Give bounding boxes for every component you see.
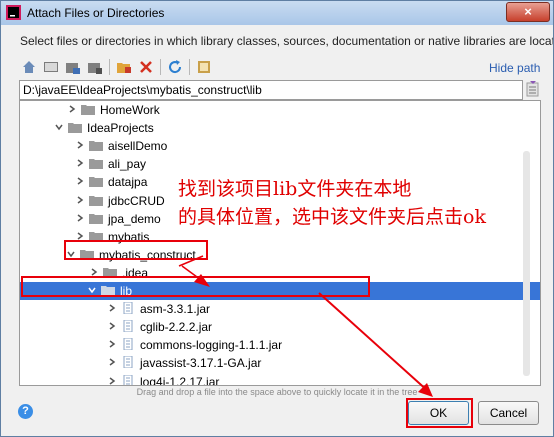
chevron-right-icon[interactable] — [108, 358, 116, 366]
tree-row[interactable]: HomeWork — [20, 101, 540, 119]
chevron-right-icon[interactable] — [108, 304, 116, 312]
tree-row[interactable]: asm-3.3.1.jar — [20, 300, 540, 318]
tree-row-label: jdbcCRUD — [108, 193, 165, 208]
path-input[interactable]: D:\javaEE\IdeaProjects\mybatis_construct… — [19, 80, 523, 100]
chevron-right-icon[interactable] — [108, 376, 116, 385]
tree-row[interactable]: javassist-3.17.1-GA.jar — [20, 354, 540, 372]
tree-row-label: log4j-1.2.17.jar — [140, 374, 220, 386]
chevron-right-icon[interactable] — [90, 268, 98, 276]
tree-row-label: IdeaProjects — [87, 121, 154, 136]
jar-file-icon — [123, 356, 133, 369]
toolbar-separator — [109, 59, 110, 75]
folder-icon — [89, 177, 103, 188]
home-icon[interactable] — [21, 59, 37, 75]
tree-row[interactable]: commons-logging-1.1.1.jar — [20, 336, 540, 354]
jar-file-icon — [123, 338, 133, 351]
folder-icon — [68, 123, 82, 134]
tree-row[interactable]: ali_pay — [20, 155, 540, 173]
chevron-right-icon[interactable] — [76, 141, 84, 149]
tree-row-label: cglib-2.2.2.jar — [140, 320, 213, 335]
annotation-line-1: 找到该项目lib文件夹在本地 — [178, 178, 412, 200]
tree-row-label: asm-3.3.1.jar — [140, 302, 211, 317]
title-bar[interactable]: Attach Files or Directories × — [1, 1, 553, 25]
history-icon[interactable] — [526, 80, 540, 98]
tree-row-label: jpa_demo — [108, 211, 161, 226]
folder-icon — [89, 141, 103, 152]
toolbar: Hide path — [15, 58, 545, 78]
project-icon[interactable] — [65, 59, 81, 75]
tree-scrollbar[interactable] — [523, 151, 530, 376]
dialog-description: Select files or directories in which lib… — [20, 34, 554, 48]
cancel-button[interactable]: Cancel — [478, 401, 539, 425]
folder-icon — [89, 213, 103, 224]
chevron-right-icon[interactable] — [76, 232, 84, 240]
new-folder-icon[interactable] — [116, 59, 132, 75]
close-button[interactable]: × — [506, 2, 550, 22]
tree-row-label: aisellDemo — [108, 139, 168, 154]
show-hidden-icon[interactable] — [196, 59, 212, 75]
desktop-icon[interactable] — [43, 59, 59, 75]
toolbar-separator — [160, 59, 161, 75]
intellij-app-icon — [6, 5, 21, 20]
chevron-right-icon[interactable] — [108, 322, 116, 330]
chevron-right-icon[interactable] — [76, 177, 84, 185]
drag-drop-hint: Drag and drop a file into the space abov… — [136, 387, 418, 397]
chevron-right-icon[interactable] — [108, 340, 116, 348]
tree-row-label: datajpa — [108, 175, 148, 190]
chevron-down-icon[interactable] — [55, 123, 63, 131]
highlight-box-ok — [406, 398, 473, 428]
tree-row-label: ali_pay — [108, 157, 147, 172]
jar-file-icon — [123, 302, 133, 315]
annotation-line-2: 的具体位置，选中该文件夹后点击ok — [178, 206, 486, 228]
tree-row[interactable]: IdeaProjects — [20, 119, 540, 137]
module-icon[interactable] — [87, 59, 103, 75]
chevron-right-icon[interactable] — [68, 105, 76, 113]
hide-path-link[interactable]: Hide path — [489, 61, 540, 75]
jar-file-icon — [123, 320, 133, 333]
tree-row[interactable]: cglib-2.2.2.jar — [20, 318, 540, 336]
chevron-right-icon[interactable] — [76, 213, 84, 222]
window-title: Attach Files or Directories — [27, 6, 165, 20]
tree-row-label: HomeWork — [100, 103, 160, 117]
chevron-right-icon[interactable] — [76, 195, 84, 204]
toolbar-separator — [189, 59, 190, 75]
jar-file-icon — [123, 374, 133, 385]
help-button[interactable]: ? — [18, 404, 33, 419]
tree-row[interactable]: log4j-1.2.17.jar — [20, 373, 540, 386]
delete-icon[interactable] — [138, 59, 154, 75]
folder-icon — [89, 159, 103, 170]
refresh-icon[interactable] — [167, 59, 183, 75]
tree-row-label: javassist-3.17.1-GA.jar — [140, 356, 262, 371]
folder-icon — [89, 195, 103, 206]
highlight-box-project — [64, 240, 208, 260]
chevron-right-icon[interactable] — [76, 159, 84, 167]
tree-row-label: commons-logging-1.1.1.jar — [140, 338, 283, 353]
tree-row[interactable]: aisellDemo — [20, 137, 540, 155]
folder-icon — [81, 105, 95, 115]
highlight-box-lib — [21, 276, 370, 297]
path-value: D:\javaEE\IdeaProjects\mybatis_construct… — [23, 83, 262, 97]
